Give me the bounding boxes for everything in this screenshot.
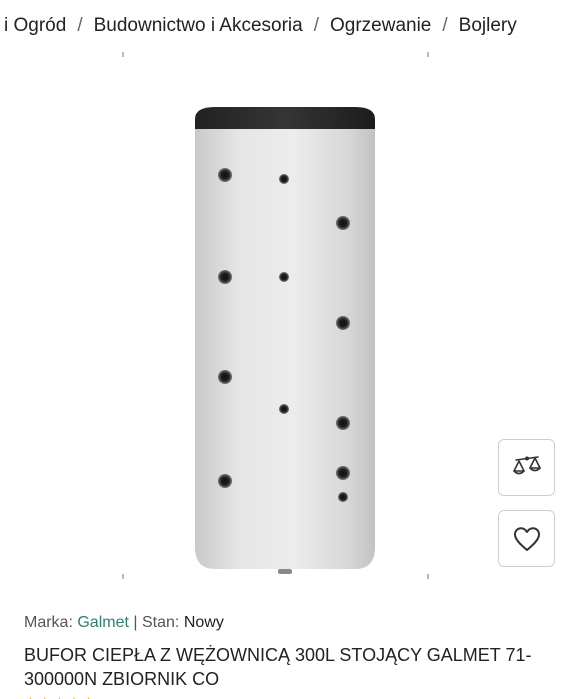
gallery-top-marker <box>122 52 124 57</box>
scales-icon <box>512 455 541 474</box>
star-icon: ★ <box>24 694 39 699</box>
star-icon: ★ <box>68 694 83 699</box>
breadcrumb: i Ogród / Budownictwo i Akcesoria / Ogrz… <box>0 0 565 52</box>
heart-icon <box>513 526 540 551</box>
port-connection-icon <box>338 492 348 502</box>
breadcrumb-item-bojlery[interactable]: Bojlery <box>459 15 517 37</box>
product-meta: Marka: Galmet | Stan: Nowy <box>24 614 224 632</box>
port-connection-icon <box>336 316 350 330</box>
product-image[interactable] <box>180 107 390 579</box>
port-connection-icon <box>218 270 232 284</box>
port-connection-icon <box>336 416 350 430</box>
breadcrumb-item-budownictwo[interactable]: Budownictwo i Akcesoria <box>94 15 303 37</box>
condition-value: Nowy <box>183 614 224 631</box>
condition-label: Stan: <box>142 614 180 631</box>
port-connection-icon <box>336 216 350 230</box>
brand-label: Marka: <box>24 614 73 631</box>
port-connection-icon <box>279 272 289 282</box>
tank-lid <box>195 107 375 129</box>
port-connection-icon <box>279 404 289 414</box>
compare-button[interactable] <box>498 439 555 496</box>
product-title: BUFOR CIEPŁA Z WĘŻOWNICĄ 300L STOJĄCY GA… <box>24 645 532 689</box>
port-connection-icon <box>279 174 289 184</box>
product-gallery[interactable] <box>0 52 565 582</box>
tank-foot <box>278 569 292 574</box>
breadcrumb-separator: / <box>313 15 319 36</box>
gallery-bottom-marker <box>427 574 429 579</box>
port-connection-icon <box>218 474 232 488</box>
star-icon: ★ <box>39 694 54 699</box>
port-connection-icon <box>218 370 232 384</box>
star-icon: ★ <box>82 694 97 699</box>
port-connection-icon <box>218 168 232 182</box>
breadcrumb-separator: / <box>442 15 448 36</box>
port-connection-icon <box>336 466 350 480</box>
brand-link[interactable]: Galmet <box>77 614 129 631</box>
breadcrumb-item-ogrzewanie[interactable]: Ogrzewanie <box>330 15 431 37</box>
breadcrumb-separator: / <box>77 15 83 36</box>
meta-separator: | <box>133 614 138 631</box>
wishlist-button[interactable] <box>498 510 555 567</box>
gallery-top-marker <box>427 52 429 57</box>
gallery-bottom-marker <box>122 574 124 579</box>
rating-stars: ★★★★★ <box>24 694 97 699</box>
star-icon: ★ <box>53 694 68 699</box>
tank-body <box>195 127 375 569</box>
breadcrumb-item-ogrod[interactable]: i Ogród <box>4 15 66 37</box>
